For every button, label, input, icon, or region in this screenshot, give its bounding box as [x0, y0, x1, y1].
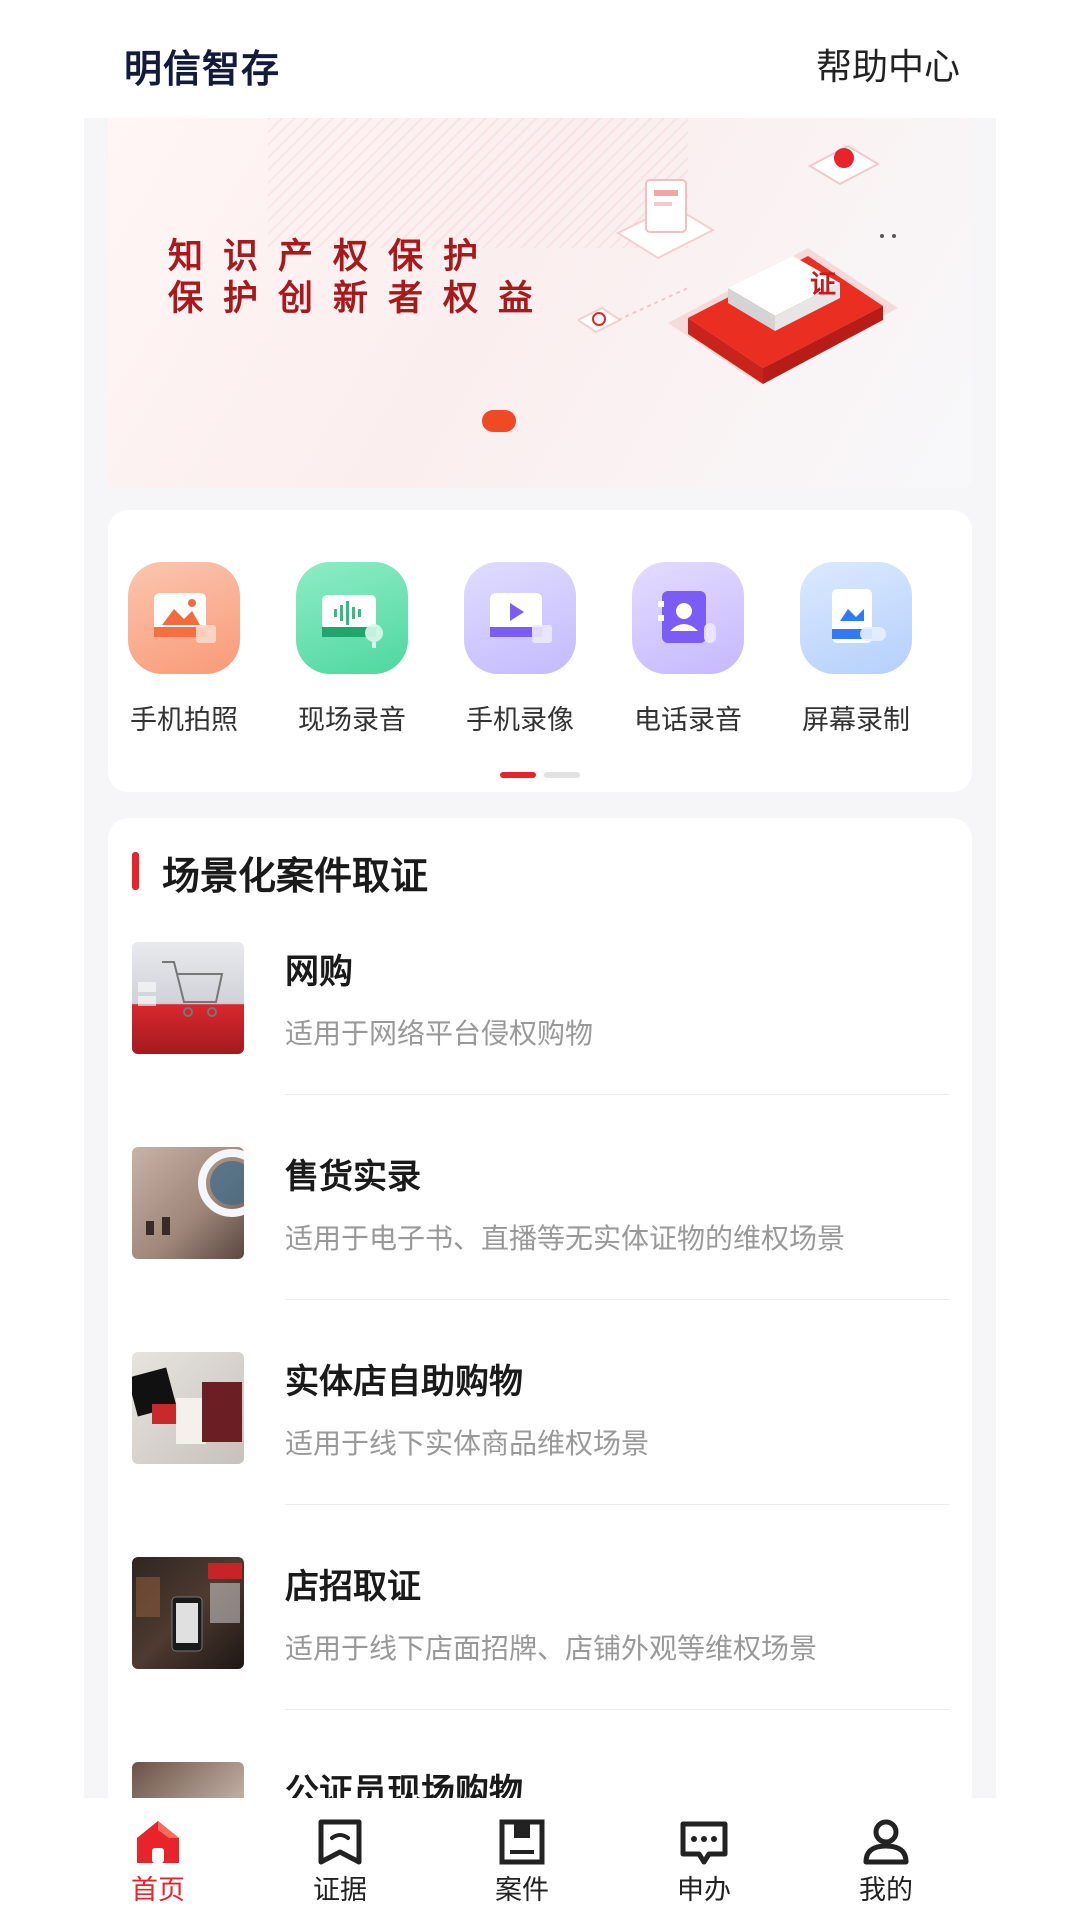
scene-name: 网购 [285, 952, 353, 992]
shortcut-pager-inactive[interactable] [544, 772, 580, 778]
case-icon [499, 1819, 545, 1865]
bottom-navigation: 首页 证据 案件 申办 我的 [84, 1800, 996, 1920]
evidence-icon [318, 1819, 362, 1865]
nav-label: 证据 [313, 1875, 367, 1906]
scene-thumbnail [132, 1352, 244, 1464]
shortcut-label: 现场录音 [298, 705, 406, 736]
scene-thumbnail [132, 1557, 244, 1669]
section-accent-bar [132, 852, 139, 890]
section-title: 场景化案件取证 [162, 854, 429, 898]
shortcut-audio[interactable]: 现场录音 [282, 562, 422, 737]
nav-home[interactable]: 首页 [108, 1818, 208, 1907]
scene-name: 店招取证 [285, 1567, 421, 1607]
scene-item-online-shopping[interactable]: 网购 适用于网络平台侵权购物 [108, 942, 972, 1147]
shortcut-photo[interactable]: 手机拍照 [114, 562, 254, 737]
scene-description: 适用于网络平台侵权购物 [285, 1017, 594, 1050]
banner-line-2: 保护创新者权益 [168, 279, 554, 319]
video-record-icon [464, 562, 576, 674]
shortcut-label: 手机录像 [466, 705, 574, 736]
home-icon [137, 1821, 179, 1863]
shortcut-screen[interactable]: 屏幕录制 [786, 562, 926, 737]
nav-label: 申办 [677, 1875, 731, 1906]
scene-description: 适用于电子书、直播等无实体证物的维权场景 [285, 1222, 846, 1255]
scene-thumbnail [132, 1147, 244, 1259]
scene-name: 公证员现场购物 [285, 1772, 523, 1798]
nav-label: 案件 [495, 1875, 549, 1906]
scene-item-store-self-shopping[interactable]: 实体店自助购物 适用于线下实体商品维权场景 [108, 1352, 972, 1557]
scenario-evidence-card: 场景化案件取证 网购 适用于网络平台侵权购物 售货实录 适用于电子书、直播等无实… [108, 818, 972, 1798]
divider [285, 1299, 949, 1300]
scene-item-storefront-sign[interactable]: 店招取证 适用于线下店面招牌、店铺外观等维权场景 [108, 1557, 972, 1762]
screen-record-icon [800, 562, 912, 674]
nav-label: 我的 [859, 1875, 913, 1906]
shortcut-phone[interactable]: 电话录音 [618, 562, 758, 737]
divider [285, 1504, 949, 1505]
help-center-link[interactable]: 帮助中心 [816, 38, 960, 90]
audio-record-icon [296, 562, 408, 674]
main-content[interactable]: 知识产权保护 保护创新者权益 证 手机拍照 现场录音 手机录像 电话录音 屏幕录… [84, 118, 996, 1798]
shortcut-label: 电话录音 [634, 705, 742, 736]
apply-icon [680, 1821, 728, 1865]
shortcut-video[interactable]: 手机录像 [450, 562, 590, 737]
scene-thumbnail [132, 1762, 244, 1798]
app-title: 明信智存 [124, 47, 281, 91]
divider [285, 1094, 949, 1095]
nav-profile[interactable]: 我的 [836, 1818, 936, 1907]
nav-apply[interactable]: 申办 [654, 1818, 754, 1907]
nav-label: 首页 [131, 1875, 185, 1906]
scene-thumbnail [132, 942, 244, 1054]
scene-description: 适用于线下实体商品维权场景 [285, 1427, 650, 1460]
banner-pager-dot[interactable] [482, 410, 516, 432]
certificate-badge: 证 [809, 269, 836, 300]
nav-case[interactable]: 案件 [472, 1818, 572, 1907]
scene-name: 售货实录 [285, 1157, 421, 1197]
scene-item-notary-shopping[interactable]: 公证员现场购物 [108, 1762, 972, 1798]
scene-description: 适用于线下店面招牌、店铺外观等维权场景 [285, 1632, 818, 1665]
promo-banner[interactable]: 知识产权保护 保护创新者权益 证 [108, 118, 972, 488]
certificate-illustration [578, 144, 898, 384]
nav-evidence[interactable]: 证据 [290, 1818, 390, 1907]
top-bar: 明信智存 帮助中心 [0, 0, 1080, 120]
photo-icon [128, 562, 240, 674]
scene-name: 实体店自助购物 [285, 1362, 523, 1402]
scene-item-sales-record[interactable]: 售货实录 适用于电子书、直播等无实体证物的维权场景 [108, 1147, 972, 1352]
shortcut-pager-active[interactable] [500, 772, 536, 778]
evidence-shortcuts: 手机拍照 现场录音 手机录像 电话录音 屏幕录制 [108, 510, 972, 792]
phone-contact-icon [632, 562, 744, 674]
shortcut-label: 手机拍照 [130, 705, 238, 736]
divider [285, 1709, 949, 1710]
shortcut-label: 屏幕录制 [802, 705, 910, 736]
profile-icon [863, 1819, 909, 1865]
